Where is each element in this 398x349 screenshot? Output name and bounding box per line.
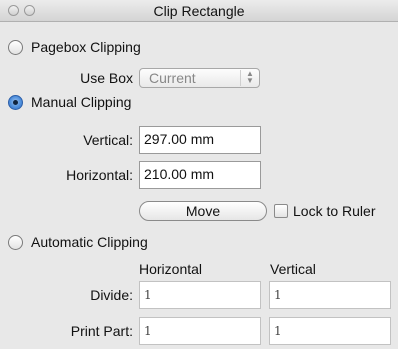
popup-stepper-arrows-icon: ▲ ▼	[240, 70, 255, 86]
manual-clipping-radio[interactable]	[8, 95, 23, 110]
move-button[interactable]: Move	[139, 201, 267, 221]
pagebox-clipping-label: Pagebox Clipping	[31, 39, 141, 55]
vertical-column-header: Vertical	[270, 261, 316, 277]
pagebox-clipping-radio[interactable]	[8, 40, 23, 55]
print-part-label: Print Part:	[70, 323, 133, 339]
automatic-clipping-radio[interactable]	[8, 235, 23, 250]
divide-vertical-input[interactable]: 1	[269, 281, 391, 309]
divide-label: Divide:	[90, 287, 133, 303]
use-box-label: Use Box	[80, 70, 133, 86]
lock-to-ruler-label: Lock to Ruler	[293, 203, 376, 219]
horizontal-column-header: Horizontal	[139, 261, 203, 277]
window-title: Clip Rectangle	[153, 3, 245, 19]
divide-horizontal-input[interactable]: 1	[139, 281, 261, 309]
automatic-clipping-label: Automatic Clipping	[31, 234, 148, 250]
use-box-value: Current	[149, 70, 196, 86]
print-part-vertical-input[interactable]: 1	[269, 317, 391, 345]
print-part-horizontal-input[interactable]: 1	[139, 317, 261, 345]
use-box-popup[interactable]: Current ▲ ▼	[139, 68, 260, 88]
title-bar: Clip Rectangle	[0, 0, 398, 22]
horizontal-input[interactable]: 210.00 mm	[139, 161, 261, 189]
horizontal-label: Horizontal:	[66, 167, 133, 183]
lock-to-ruler-checkbox[interactable]	[274, 204, 288, 218]
clip-rectangle-window: Clip Rectangle Pagebox Clipping Use Box …	[0, 0, 398, 349]
manual-clipping-label: Manual Clipping	[31, 94, 132, 110]
vertical-input[interactable]: 297.00 mm	[139, 126, 261, 154]
vertical-label: Vertical:	[83, 132, 133, 148]
